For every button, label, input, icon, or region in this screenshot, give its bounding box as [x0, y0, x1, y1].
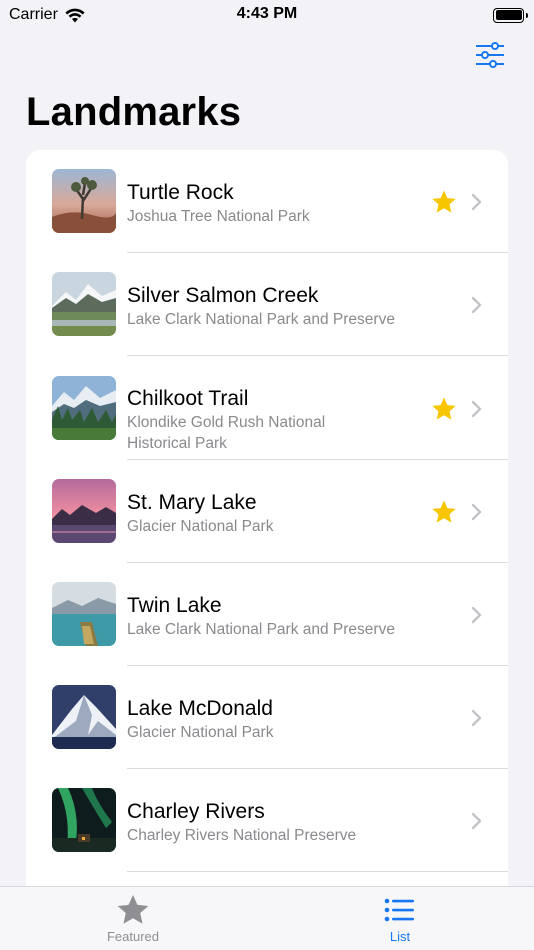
landmark-thumbnail	[52, 582, 116, 646]
list-item-turtle-rock[interactable]: Turtle Rock Joshua Tree National Park	[26, 150, 508, 253]
chevron-right-icon	[471, 709, 482, 727]
landmark-park: Charley Rivers National Preserve	[127, 827, 357, 844]
favorite-star-icon	[432, 190, 456, 213]
status-bar: Carrier	[0, 0, 534, 30]
landmark-name: Turtle Rock	[127, 181, 234, 204]
landmark-name: St. Mary Lake	[127, 491, 257, 514]
list-item-twin-lake[interactable]: Twin Lake Lake Clark National Park and P…	[26, 563, 508, 666]
status-left: Carrier	[9, 6, 85, 24]
tab-list[interactable]: List	[340, 893, 460, 944]
chevron-right-icon	[471, 296, 482, 314]
list-item-texts: Silver Salmon Creek Lake Clark National …	[127, 283, 427, 330]
list-item-texts: St. Mary Lake Glacier National Park	[127, 490, 427, 537]
filter-button[interactable]	[474, 42, 506, 68]
list-item-texts: Twin Lake Lake Clark National Park and P…	[127, 593, 427, 640]
tab-featured[interactable]: Featured	[73, 893, 193, 944]
landmark-park: Lake Clark National Park and Preserve	[127, 311, 395, 328]
favorite-star-icon	[432, 397, 456, 420]
list-item-texts: Turtle Rock Joshua Tree National Park	[127, 180, 427, 227]
star-icon	[117, 894, 149, 924]
landmark-thumbnail	[52, 169, 116, 233]
landmark-thumbnail	[52, 376, 116, 440]
list-item-texts: Lake McDonald Glacier National Park	[127, 696, 427, 743]
carrier-label: Carrier	[9, 6, 58, 23]
chevron-right-icon	[471, 503, 482, 521]
list-item-lake-mcdonald[interactable]: Lake McDonald Glacier National Park	[26, 666, 508, 769]
landmark-name: Silver Salmon Creek	[127, 284, 319, 307]
list-item-chilkoot-trail[interactable]: Chilkoot Trail Klondike Gold Rush Nation…	[26, 356, 508, 460]
page-title: Landmarks	[26, 90, 242, 134]
landmark-park: Glacier National Park	[127, 724, 274, 741]
favorite-star-icon	[432, 500, 456, 523]
list-item-silver-salmon-creek[interactable]: Silver Salmon Creek Lake Clark National …	[26, 253, 508, 356]
landmark-park: Glacier National Park	[127, 518, 274, 535]
landmark-name: Lake McDonald	[127, 697, 273, 720]
battery-icon	[493, 7, 528, 23]
row-divider	[127, 871, 508, 872]
chevron-right-icon	[471, 193, 482, 211]
list-item-texts: Charley Rivers Charley Rivers National P…	[127, 799, 427, 846]
landmark-park: Lake Clark National Park and Preserve	[127, 621, 395, 638]
wifi-icon	[65, 8, 85, 22]
sliders-icon	[476, 42, 504, 68]
landmark-thumbnail	[52, 479, 116, 543]
chevron-right-icon	[471, 812, 482, 830]
landmark-list: Turtle Rock Joshua Tree National Park Si…	[26, 150, 508, 910]
list-item-charley-rivers[interactable]: Charley Rivers Charley Rivers National P…	[26, 769, 508, 872]
landmark-thumbnail	[52, 788, 116, 852]
chevron-right-icon	[471, 400, 482, 418]
landmark-name: Chilkoot Trail	[127, 387, 249, 410]
landmark-name: Twin Lake	[127, 594, 222, 617]
landmark-park-line-1: Klondike Gold Rush National	[127, 414, 326, 431]
chevron-right-icon	[471, 606, 482, 624]
landmark-thumbnail	[52, 685, 116, 749]
landmark-park-line-2: Historical Park	[127, 435, 227, 452]
tab-list-label: List	[389, 929, 411, 944]
landmark-thumbnail	[52, 272, 116, 336]
list-item-texts: Chilkoot Trail Klondike Gold Rush Nation…	[127, 386, 427, 454]
landmark-park: Joshua Tree National Park	[127, 208, 310, 225]
list-icon	[384, 898, 414, 922]
landmark-name: Charley Rivers	[127, 800, 265, 823]
tab-bar: Featured List	[0, 886, 534, 950]
list-item-st-mary-lake[interactable]: St. Mary Lake Glacier National Park	[26, 460, 508, 563]
tab-featured-label: Featured	[106, 929, 160, 944]
